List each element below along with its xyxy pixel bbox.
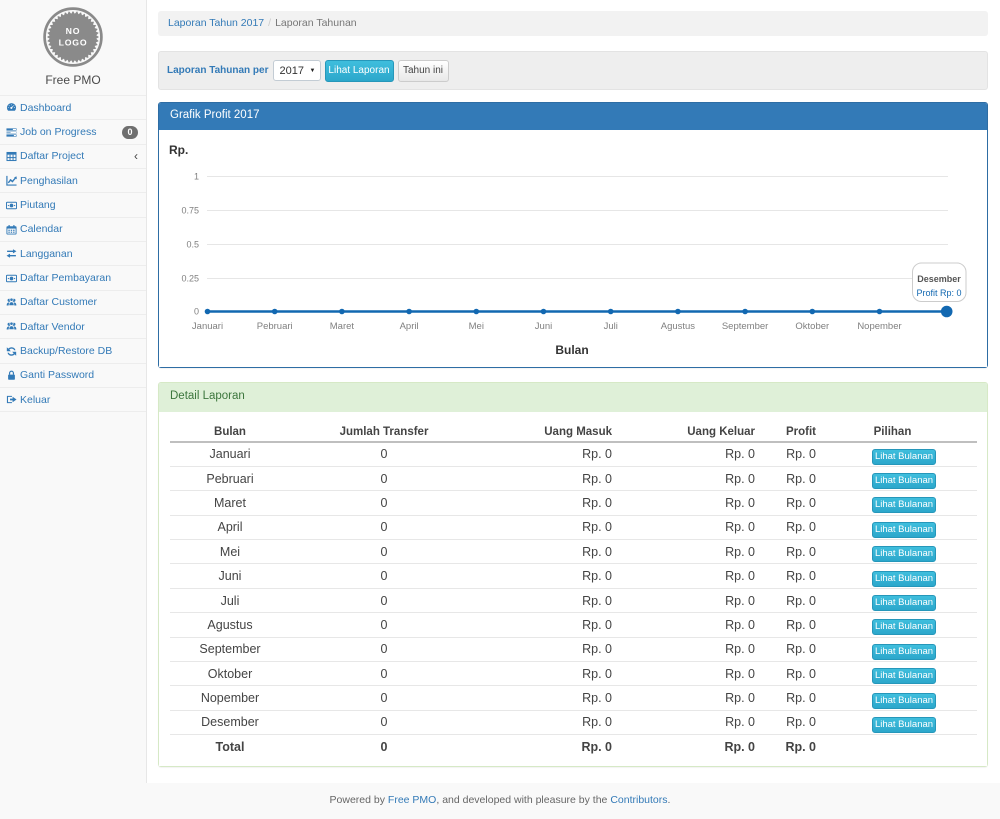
svg-text:Agustus: Agustus <box>661 321 696 332</box>
svg-text:September: September <box>722 321 768 332</box>
svg-text:Desember: Desember <box>917 274 961 284</box>
svg-text:Pebruari: Pebruari <box>257 321 293 332</box>
svg-text:0.25: 0.25 <box>181 274 199 284</box>
svg-text:April: April <box>400 321 419 332</box>
svg-text:Maret: Maret <box>330 321 355 332</box>
svg-text:0: 0 <box>194 307 199 317</box>
svg-text:Nopember: Nopember <box>857 321 901 332</box>
svg-text:Oktober: Oktober <box>795 321 829 332</box>
svg-text:Bulan: Bulan <box>555 343 588 357</box>
svg-text:Rp.: Rp. <box>169 143 188 157</box>
svg-text:Juni: Juni <box>535 321 552 332</box>
svg-text:0.5: 0.5 <box>186 240 199 250</box>
svg-text:Juli: Juli <box>604 321 618 332</box>
svg-text:NO: NO <box>66 26 81 36</box>
svg-text:1: 1 <box>194 172 199 182</box>
svg-text:Profit Rp: 0: Profit Rp: 0 <box>916 288 961 298</box>
svg-text:Mei: Mei <box>469 321 484 332</box>
svg-text:LOGO: LOGO <box>59 37 88 47</box>
svg-text:Januari: Januari <box>192 321 223 332</box>
svg-text:0.75: 0.75 <box>181 206 199 216</box>
